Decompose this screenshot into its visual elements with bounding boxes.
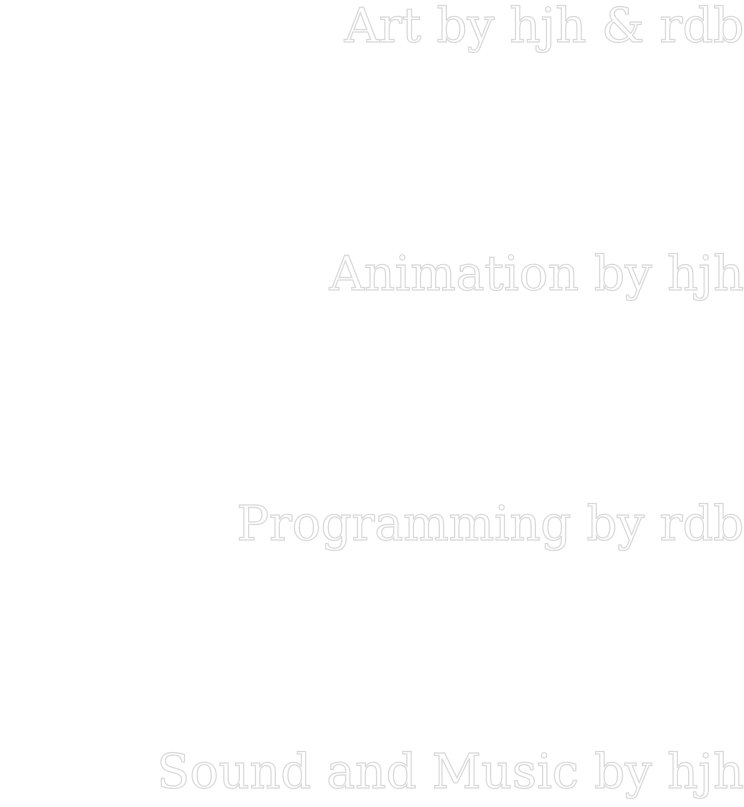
credit-programming: Programming by rdb (236, 496, 744, 552)
credits-screen: Art by hjh & rdb Animation by hjh Progra… (0, 0, 744, 807)
credit-art: Art by hjh & rdb (344, 0, 744, 54)
credit-animation: Animation by hjh (329, 246, 744, 302)
credit-sound-music: Sound and Music by hjh (156, 744, 744, 800)
